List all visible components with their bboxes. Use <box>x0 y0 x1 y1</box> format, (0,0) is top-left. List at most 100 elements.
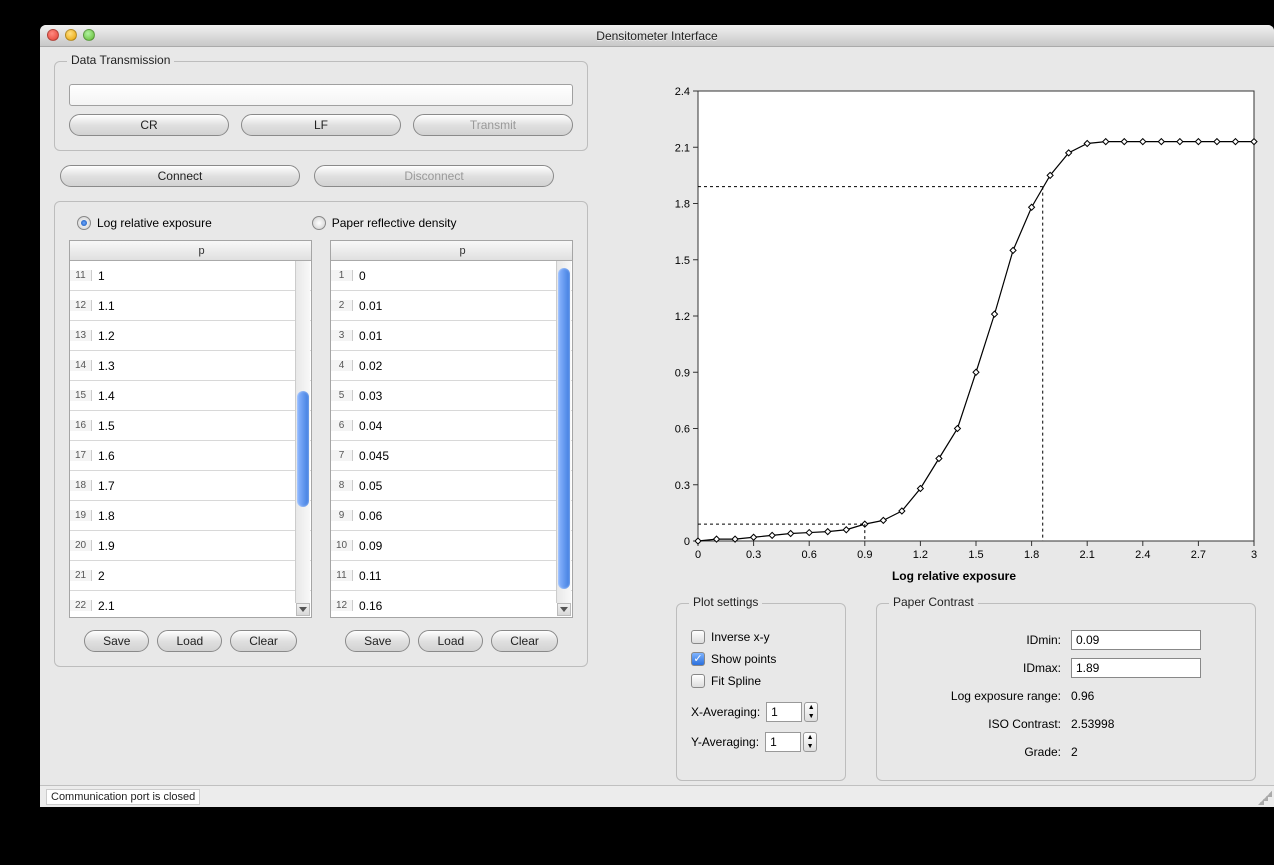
checkbox-icon <box>691 674 705 688</box>
svg-text:2.4: 2.4 <box>1135 549 1150 561</box>
svg-text:0.9: 0.9 <box>675 367 690 379</box>
table-row[interactable]: 111 <box>70 261 311 291</box>
svg-text:1.2: 1.2 <box>675 311 690 323</box>
table-row[interactable]: 121.1 <box>70 291 311 321</box>
checkbox-label: Inverse x-y <box>711 630 770 644</box>
xavg-input[interactable] <box>766 702 802 722</box>
load-button[interactable]: Load <box>418 630 483 652</box>
svg-text:3: 3 <box>1251 549 1257 561</box>
svg-text:0.6: 0.6 <box>675 424 690 436</box>
column-header: p <box>353 245 572 257</box>
iso-value: 2.53998 <box>1071 717 1114 731</box>
idmin-input[interactable] <box>1071 630 1201 650</box>
radio-log-exposure[interactable]: Log relative exposure <box>77 216 212 230</box>
scrollbar[interactable] <box>295 261 310 603</box>
idmax-label: IDmax: <box>891 661 1061 675</box>
clear-button[interactable]: Clear <box>491 630 558 652</box>
grade-value: 2 <box>1071 745 1078 759</box>
table-row[interactable]: 60.04 <box>331 411 572 441</box>
titlebar: Densitometer Interface <box>40 25 1274 47</box>
svg-text:0.9: 0.9 <box>857 549 872 561</box>
radio-icon <box>312 216 326 230</box>
radio-icon <box>77 216 91 230</box>
table-row[interactable]: 30.01 <box>331 321 572 351</box>
save-button[interactable]: Save <box>345 630 410 652</box>
checkbox-icon <box>691 652 705 666</box>
stepper-arrows[interactable]: ▲▼ <box>803 732 817 752</box>
svg-text:0.6: 0.6 <box>802 549 817 561</box>
column-header: p <box>92 245 311 257</box>
scrollbar[interactable] <box>556 261 571 603</box>
svg-text:2.1: 2.1 <box>675 142 690 154</box>
data-transmission-group: Data Transmission CR LF Transmit <box>54 61 588 151</box>
svg-text:0.3: 0.3 <box>675 480 690 492</box>
table-row[interactable]: 20.01 <box>331 291 572 321</box>
svg-text:1.8: 1.8 <box>1024 549 1039 561</box>
table-row[interactable]: 171.6 <box>70 441 311 471</box>
table-row[interactable]: 181.7 <box>70 471 311 501</box>
table-row[interactable]: 141.3 <box>70 351 311 381</box>
tables-group: Log relative exposure Paper reflective d… <box>54 201 588 667</box>
clear-button[interactable]: Clear <box>230 630 297 652</box>
checkbox-fit-spline[interactable]: Fit Spline <box>691 670 831 692</box>
chevron-down-icon[interactable] <box>296 603 310 616</box>
yavg-label: Y-Averaging: <box>691 735 759 749</box>
table-row[interactable]: 100.09 <box>331 531 572 561</box>
table-row[interactable]: 70.045 <box>331 441 572 471</box>
range-value: 0.96 <box>1071 689 1094 703</box>
svg-text:1.5: 1.5 <box>968 549 983 561</box>
transmit-button[interactable]: Transmit <box>413 114 573 136</box>
save-button[interactable]: Save <box>84 630 149 652</box>
resize-handle[interactable] <box>1258 791 1272 805</box>
checkbox-icon <box>691 630 705 644</box>
idmax-input[interactable] <box>1071 658 1201 678</box>
left-table[interactable]: p 111121.1131.2141.3151.4161.5171.6181.7… <box>69 240 312 618</box>
table-row[interactable]: 50.03 <box>331 381 572 411</box>
table-row[interactable]: 120.16 <box>331 591 572 617</box>
table-row[interactable]: 80.05 <box>331 471 572 501</box>
table-row[interactable]: 151.4 <box>70 381 311 411</box>
cr-button[interactable]: CR <box>69 114 229 136</box>
table-row[interactable]: 90.06 <box>331 501 572 531</box>
radio-label: Paper reflective density <box>332 216 457 230</box>
checkbox-label: Show points <box>711 652 776 666</box>
table-row[interactable]: 161.5 <box>70 411 311 441</box>
chart: 00.30.60.91.21.51.82.12.42.7300.30.60.91… <box>648 83 1260 583</box>
range-label: Log exposure range: <box>891 689 1061 703</box>
connect-button[interactable]: Connect <box>60 165 300 187</box>
disconnect-button[interactable]: Disconnect <box>314 165 554 187</box>
checkbox-inverse-xy[interactable]: Inverse x-y <box>691 626 831 648</box>
checkbox-label: Fit Spline <box>711 674 761 688</box>
radio-paper-density[interactable]: Paper reflective density <box>312 216 457 230</box>
table-row[interactable]: 40.02 <box>331 351 572 381</box>
svg-text:2.1: 2.1 <box>1080 549 1095 561</box>
lf-button[interactable]: LF <box>241 114 401 136</box>
minimize-icon[interactable] <box>65 29 77 41</box>
svg-text:2.7: 2.7 <box>1191 549 1206 561</box>
checkbox-show-points[interactable]: Show points <box>691 648 831 670</box>
paper-contrast-group: Paper Contrast IDmin: IDmax: Log exposur… <box>876 603 1256 781</box>
zoom-icon[interactable] <box>83 29 95 41</box>
table-row[interactable]: 110.11 <box>331 561 572 591</box>
table-row[interactable]: 222.1 <box>70 591 311 617</box>
svg-text:1.8: 1.8 <box>675 199 690 211</box>
status-bar: Communication port is closed <box>40 785 1274 807</box>
transmission-input[interactable] <box>69 84 573 106</box>
table-row[interactable]: 212 <box>70 561 311 591</box>
group-label: Paper Contrast <box>889 595 978 609</box>
table-row[interactable]: 201.9 <box>70 531 311 561</box>
stepper-arrows[interactable]: ▲▼ <box>804 702 818 722</box>
chevron-down-icon[interactable] <box>557 603 571 616</box>
svg-text:2.4: 2.4 <box>675 86 690 98</box>
yavg-input[interactable] <box>765 732 801 752</box>
svg-text:1.2: 1.2 <box>913 549 928 561</box>
window-title: Densitometer Interface <box>596 29 717 43</box>
table-row[interactable]: 131.2 <box>70 321 311 351</box>
right-table[interactable]: p 1020.0130.0140.0250.0360.0470.04580.05… <box>330 240 573 618</box>
chart-xlabel: Log relative exposure <box>648 569 1260 583</box>
close-icon[interactable] <box>47 29 59 41</box>
svg-text:1.5: 1.5 <box>675 255 690 267</box>
table-row[interactable]: 10 <box>331 261 572 291</box>
table-row[interactable]: 191.8 <box>70 501 311 531</box>
load-button[interactable]: Load <box>157 630 222 652</box>
